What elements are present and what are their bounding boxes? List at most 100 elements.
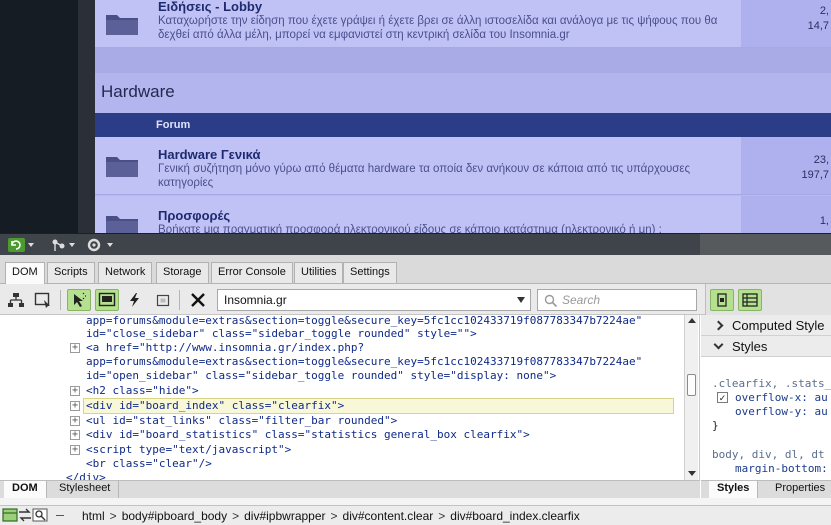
breadcrumb-content[interactable]: div#content.clear: [343, 509, 434, 523]
forum-title[interactable]: Hardware Γενικά: [158, 147, 261, 162]
scroll-up-arrow[interactable]: [688, 318, 696, 323]
styles-label: Styles: [732, 339, 768, 354]
source-line[interactable]: <h2 class="hide">: [86, 384, 199, 398]
chevron-down-icon: [713, 339, 724, 350]
panel-toggle-button[interactable]: [710, 289, 734, 311]
forum-stats: 1,: [741, 196, 831, 233]
highlight-toggle[interactable]: [95, 289, 119, 311]
tab-dom[interactable]: DOM: [5, 262, 45, 284]
expand-node-toggle[interactable]: +: [70, 386, 80, 396]
search-input[interactable]: Search: [537, 289, 697, 311]
styles-section[interactable]: Styles: [701, 336, 831, 357]
expand-node-toggle[interactable]: +: [70, 430, 80, 440]
computed-style-section[interactable]: Computed Style: [701, 315, 831, 336]
swap-arrows-icon: [19, 508, 31, 522]
forum-topics-count: 23,: [813, 154, 829, 166]
breadcrumb: html > body#ipboard_body > div#ipbwrappe…: [82, 509, 580, 523]
dom-event-button[interactable]: [122, 289, 146, 311]
status-spacer: [0, 498, 831, 505]
expand-node-toggle[interactable]: +: [70, 416, 80, 426]
dom-scrollbar[interactable]: [684, 315, 698, 480]
forum-icon-cell: [95, 0, 147, 47]
window-icon: [2, 508, 18, 522]
tab-storage[interactable]: Storage: [156, 262, 209, 283]
devtools-tab-bar: DOM Scripts Network Storage Error Consol…: [0, 255, 831, 284]
breadcrumb-html[interactable]: html: [82, 509, 105, 523]
tab-network[interactable]: Network: [98, 262, 153, 283]
close-icon: [191, 293, 205, 307]
styles-side-panel: Computed Style Styles .clearfix, .stats_…: [701, 315, 831, 480]
document-select[interactable]: Insomnia.gr: [217, 289, 531, 311]
side-panel-toolbar: [705, 284, 831, 315]
tab-settings[interactable]: Settings: [343, 262, 397, 283]
box-model-button[interactable]: [151, 289, 175, 311]
forum-row-offers[interactable]: Προσφορές Βρήκατε μια πραγματική προσφορ…: [95, 196, 831, 233]
forum-board: Ειδήσεις - Lobby Καταχωρήστε την είδηση …: [95, 0, 831, 233]
select-element-icon: [34, 292, 50, 308]
status-bar: html > body#ipboard_body > div#ipbwrappe…: [0, 505, 831, 525]
forum-title[interactable]: Προσφορές: [158, 208, 230, 223]
toolbar-separator: [60, 290, 61, 310]
subtab-dom[interactable]: DOM: [4, 481, 47, 498]
scroll-down-arrow[interactable]: [688, 471, 696, 476]
settings-menu-button[interactable]: [86, 236, 116, 254]
swap-button[interactable]: [17, 508, 33, 525]
breadcrumb-separator: >: [109, 509, 117, 523]
forum-title[interactable]: Ειδήσεις - Lobby: [158, 0, 262, 14]
tab-utilities[interactable]: Utilities: [294, 262, 344, 283]
pick-element-toggle[interactable]: [67, 289, 91, 311]
dom-source-view[interactable]: app=forums&module=extras&section=toggle&…: [0, 315, 700, 480]
source-line[interactable]: <a href="http://www.insomnia.gr/index.ph…: [86, 341, 364, 355]
folder-icon: [106, 15, 138, 35]
subtab-properties[interactable]: Properties: [767, 481, 831, 498]
source-line[interactable]: id="open_sidebar" class="sidebar_toggle …: [86, 369, 556, 383]
remote-debug-button[interactable]: [50, 236, 78, 254]
reload-debug-button[interactable]: [7, 236, 35, 254]
subtab-styles[interactable]: Styles: [709, 481, 759, 498]
tab-scripts[interactable]: Scripts: [47, 262, 95, 283]
forum-description: Καταχωρήστε την είδηση που έχετε γράψει …: [158, 15, 718, 41]
scrollbar-thumb[interactable]: [687, 374, 696, 396]
subtab-stylesheet[interactable]: Stylesheet: [51, 481, 120, 498]
css-selector[interactable]: body, div, dl, dt: [712, 448, 825, 461]
source-line[interactable]: app=forums&module=extras&section=toggle&…: [86, 355, 642, 369]
css-property[interactable]: margin-bottom:: [735, 462, 828, 475]
source-line[interactable]: <div id="board_statistics" class="statis…: [86, 428, 530, 442]
source-line[interactable]: <br class="clear"/>: [86, 457, 212, 471]
category-header[interactable]: Hardware: [95, 73, 831, 113]
css-property[interactable]: overflow-x: au: [735, 391, 828, 404]
menu-icon[interactable]: [56, 515, 64, 516]
box-icon: [156, 294, 170, 307]
expand-node-toggle[interactable]: +: [70, 445, 80, 455]
css-property[interactable]: overflow-y: au: [735, 405, 828, 418]
window-mode-button[interactable]: [2, 508, 18, 525]
expand-node-toggle[interactable]: +: [70, 343, 80, 353]
breadcrumb-board-index[interactable]: div#board_index.clearfix: [450, 509, 579, 523]
source-line[interactable]: <ul id="stat_links" class="filter_bar ro…: [86, 414, 397, 428]
dom-tree-button[interactable]: [4, 289, 28, 311]
css-selector[interactable]: .clearfix, .stats_: [712, 377, 831, 390]
source-line-selected[interactable]: <div id="board_index" class="clearfix">: [86, 399, 344, 413]
property-checkbox[interactable]: ✓: [717, 392, 728, 403]
layout-toggle-button[interactable]: [738, 289, 762, 311]
source-line[interactable]: <script type="text/javascript">: [86, 443, 291, 457]
forum-description: Γενική συζήτηση μόνο γύρω από θέματα har…: [158, 163, 691, 189]
highlight-box-icon: [98, 292, 116, 307]
forum-row-lobby[interactable]: Ειδήσεις - Lobby Καταχωρήστε την είδηση …: [95, 0, 831, 48]
tab-error-console[interactable]: Error Console: [211, 262, 293, 283]
breadcrumb-body[interactable]: body#ipboard_body: [122, 509, 227, 523]
forum-icon-cell: [95, 196, 147, 233]
category-title[interactable]: Hardware: [101, 82, 175, 102]
forum-row-hardware-general[interactable]: Hardware Γενικά Γενική συζήτηση μόνο γύρ…: [95, 137, 831, 195]
breadcrumb-wrapper[interactable]: div#ipbwrapper: [244, 509, 325, 523]
clear-button[interactable]: [186, 289, 210, 311]
source-line[interactable]: id="close_sidebar" class="sidebar_toggle…: [86, 327, 477, 341]
titlebar-right-area: [700, 234, 831, 256]
forum-posts-count: 14,7: [807, 20, 829, 32]
inspect-element-button[interactable]: [31, 289, 55, 311]
expand-node-toggle[interactable]: +: [70, 401, 80, 411]
zoom-inspect-button[interactable]: [32, 508, 48, 525]
source-line[interactable]: </div>: [66, 471, 106, 480]
forum-column-label: Forum: [156, 119, 191, 131]
webpage-viewport: Ειδήσεις - Lobby Καταχωρήστε την είδηση …: [0, 0, 831, 233]
